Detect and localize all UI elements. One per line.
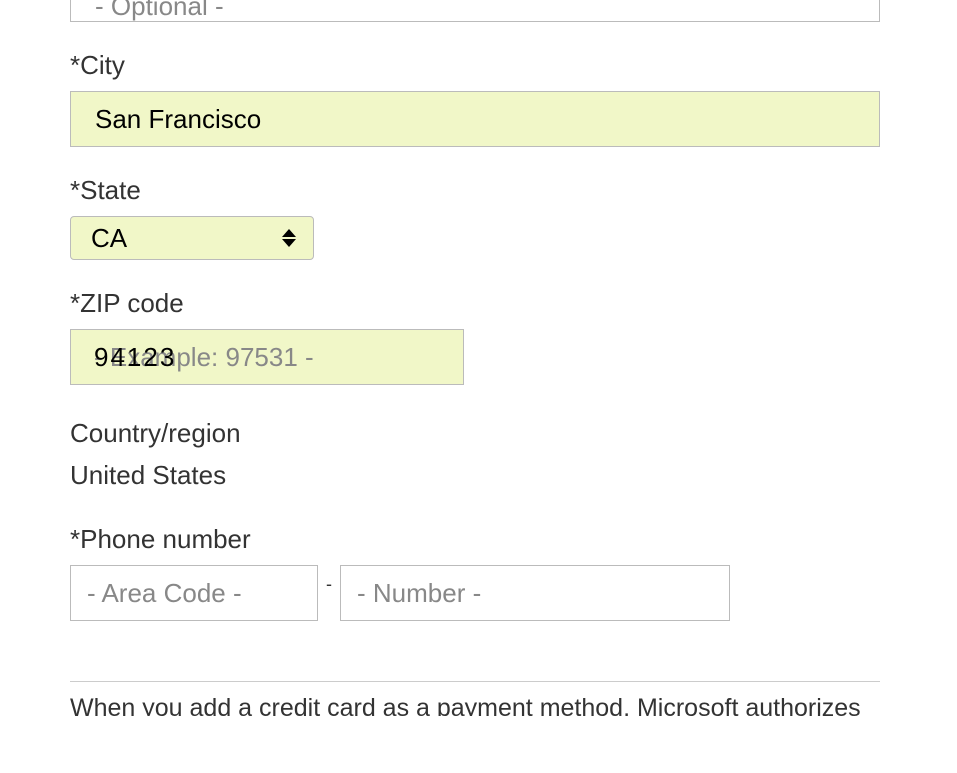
zip-field-group: *ZIP code - Example: 97531 - 94123 <box>70 288 887 385</box>
country-label: Country/region <box>70 413 887 455</box>
state-field-group: *State CA <box>70 175 887 260</box>
zip-label: *ZIP code <box>70 288 887 319</box>
address-line-2-input-partial[interactable]: - Optional - <box>70 0 880 22</box>
phone-label: *Phone number <box>70 524 887 555</box>
state-select[interactable]: CA <box>70 216 314 260</box>
phone-area-code-input[interactable] <box>70 565 318 621</box>
city-label: *City <box>70 50 887 81</box>
phone-dash-separator: - <box>326 574 332 595</box>
section-divider <box>70 681 880 682</box>
phone-number-input[interactable] <box>340 565 730 621</box>
zip-input[interactable] <box>70 329 464 385</box>
city-input[interactable] <box>70 91 880 147</box>
footer-disclaimer-text: When you add a credit card as a payment … <box>70 694 887 716</box>
state-label: *State <box>70 175 887 206</box>
country-field-group: Country/region United States <box>70 413 887 496</box>
optional-placeholder: - Optional - <box>95 0 224 21</box>
phone-field-group: *Phone number - <box>70 524 887 621</box>
state-select-wrapper: CA <box>70 216 314 260</box>
country-value: United States <box>70 455 887 497</box>
city-field-group: *City <box>70 50 887 147</box>
